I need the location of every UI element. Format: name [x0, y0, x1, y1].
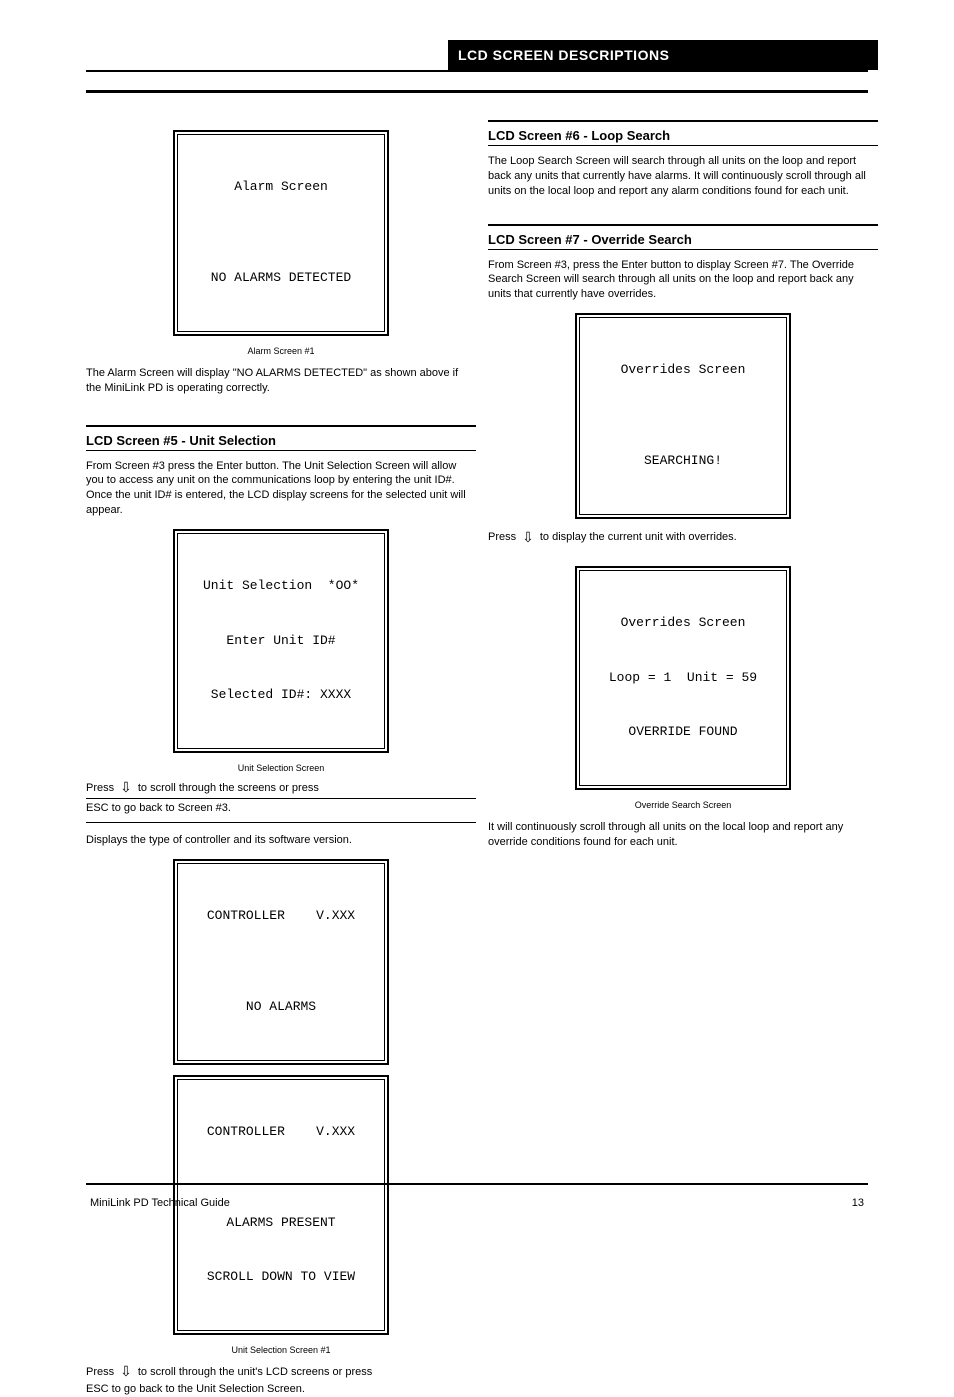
section-rule [488, 224, 878, 226]
page-number: 13 [852, 1197, 864, 1209]
lcd-line: Overrides Screen [583, 614, 783, 632]
hint-prefix: Press [86, 1366, 114, 1378]
paragraph: The Loop Search Screen will search throu… [488, 154, 878, 199]
right-column: LCD Screen #6 - Loop Search The Loop Sea… [488, 120, 878, 861]
lcd-unit-selection: Unit Selection *OO* Enter Unit ID# Selec… [173, 529, 389, 753]
lcd-caption: Unit Selection Screen [86, 763, 476, 773]
lcd-line: Unit Selection *OO* [181, 577, 381, 595]
section-title-loop-search: LCD Screen #6 - Loop Search [488, 128, 878, 143]
section-rule-thin [86, 450, 476, 451]
lcd-caption: Alarm Screen #1 [86, 346, 476, 356]
down-arrow-icon: ⇩ [120, 779, 132, 796]
lcd-line: Enter Unit ID# [181, 632, 381, 650]
down-arrow-icon: ⇩ [522, 529, 534, 546]
lcd-line: ALARMS PRESENT [181, 1214, 381, 1232]
lcd-override-searching: Overrides Screen SEARCHING! [575, 313, 791, 519]
paragraph: The Alarm Screen will display "NO ALARMS… [86, 366, 476, 396]
lcd-override-found: Overrides Screen Loop = 1 Unit = 59 OVER… [575, 566, 791, 790]
hint-text-3: ESC to go back to Screen #3. [86, 801, 476, 816]
section-rule [86, 425, 476, 427]
lcd-line: SEARCHING! [583, 452, 783, 470]
lcd-line: CONTROLLER V.XXX [181, 907, 381, 925]
lcd-line: CONTROLLER V.XXX [181, 1123, 381, 1141]
page-section-title: LCD SCREEN DESCRIPTIONS [458, 47, 669, 63]
note-line: Displays the type of controller and its … [86, 833, 476, 848]
section-rule [488, 120, 878, 122]
hint-row: Press ⇩ to scroll through the screens or… [86, 779, 476, 796]
hint-row: Press ⇩ to display the current unit with… [488, 529, 878, 546]
down-arrow-icon: ⇩ [120, 1363, 132, 1380]
paragraph: From Screen #3 press the Enter button. T… [86, 459, 476, 518]
hint-line-2: ESC to go back to the Unit Selection Scr… [86, 1382, 476, 1397]
lcd-line: NO ALARMS DETECTED [181, 269, 381, 287]
lcd-line: Alarm Screen [181, 178, 381, 196]
page-section-header: LCD SCREEN DESCRIPTIONS [448, 40, 878, 70]
section-rule-thin [488, 249, 878, 250]
section-title-unit-selection: LCD Screen #5 - Unit Selection [86, 433, 476, 448]
hint-suffix: to scroll through the unit's LCD screens… [138, 1366, 372, 1378]
footer-doc-title: MiniLink PD Technical Guide [90, 1197, 230, 1209]
lcd-alarm-none: Alarm Screen NO ALARMS DETECTED [173, 130, 389, 336]
lcd-caption: Unit Selection Screen #1 [86, 1345, 476, 1355]
lcd-controller-no-alarms: CONTROLLER V.XXX NO ALARMS [173, 859, 389, 1065]
hint-suffix: to display the current unit with overrid… [540, 531, 737, 543]
hint-rule [86, 798, 476, 799]
section-rule-thin [488, 145, 878, 146]
hint-rule [86, 822, 476, 823]
lcd-line: Loop = 1 Unit = 59 [583, 669, 783, 687]
lcd-line: Selected ID#: XXXX [181, 686, 381, 704]
lcd-line: OVERRIDE FOUND [583, 723, 783, 741]
lcd-line: SCROLL DOWN TO VIEW [181, 1268, 381, 1286]
paragraph: From Screen #3, press the Enter button t… [488, 258, 878, 303]
hint-text-1: Press [86, 782, 114, 794]
lcd-line: NO ALARMS [181, 998, 381, 1016]
hint-prefix: Press [488, 531, 516, 543]
lcd-caption: Override Search Screen [488, 800, 878, 810]
top-rule [86, 70, 868, 72]
hint-text-2: to scroll through the screens or press [138, 782, 319, 794]
lcd-line: Overrides Screen [583, 361, 783, 379]
top-rule-2 [86, 90, 868, 93]
section-title-override-search: LCD Screen #7 - Override Search [488, 232, 878, 247]
paragraph: It will continuously scroll through all … [488, 820, 878, 850]
hint-row: Press ⇩ to scroll through the unit's LCD… [86, 1363, 476, 1380]
footer-rule [86, 1183, 868, 1185]
